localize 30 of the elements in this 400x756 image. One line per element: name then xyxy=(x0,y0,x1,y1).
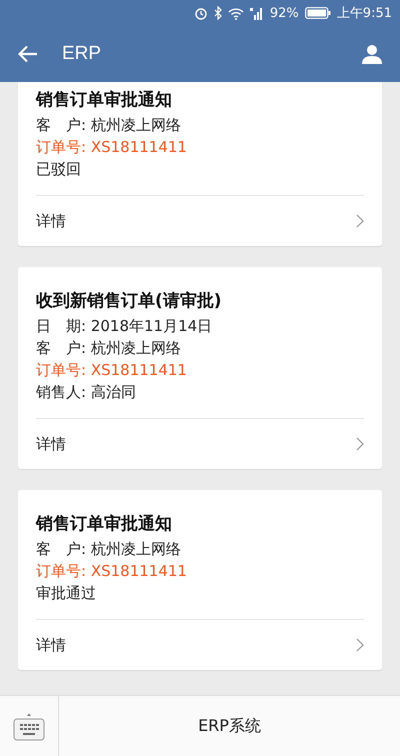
card-text: 审批通过 xyxy=(36,583,97,604)
signal-icon xyxy=(250,6,264,20)
page-title: ERP xyxy=(62,43,102,65)
card-title: 销售订单审批通知 xyxy=(36,513,173,536)
keyboard-icon[interactable] xyxy=(13,711,45,741)
details-link[interactable]: 详情 xyxy=(36,195,364,246)
card-text: 销售人: 高治同 xyxy=(36,382,137,403)
details-link[interactable]: 详情 xyxy=(36,619,364,670)
bluetooth-icon xyxy=(214,6,222,20)
details-link[interactable]: 详情 xyxy=(36,418,364,469)
back-arrow-icon[interactable] xyxy=(18,45,38,63)
card-text: 订单号: XS18111411 xyxy=(36,360,188,381)
chevron-icon xyxy=(356,214,364,228)
battery-icon xyxy=(304,7,331,19)
card-text: 订单号: XS18111411 xyxy=(36,137,188,158)
card-text: 客 户: 杭州凌上网络 xyxy=(36,539,182,560)
card-text: 客 户: 杭州凌上网络 xyxy=(36,338,182,359)
chevron-icon xyxy=(356,638,364,652)
card-text: 客 户: 杭州凌上网络 xyxy=(36,115,182,136)
person-icon[interactable] xyxy=(362,44,382,64)
status-time: 上午9:51 xyxy=(336,5,392,22)
card-title: 收到新销售订单(请审批) xyxy=(36,290,223,313)
card-text: 订单号: XS18111411 xyxy=(36,561,188,582)
wifi-icon xyxy=(228,6,244,20)
card-title: 销售订单审批通知 xyxy=(36,89,173,112)
card-text: 日 期: 2018年11月14日 xyxy=(36,316,214,337)
chevron-icon xyxy=(356,437,364,451)
card-text: 已驳回 xyxy=(36,159,82,180)
alarm-icon xyxy=(194,6,208,20)
battery-percent: 92% xyxy=(270,6,299,20)
